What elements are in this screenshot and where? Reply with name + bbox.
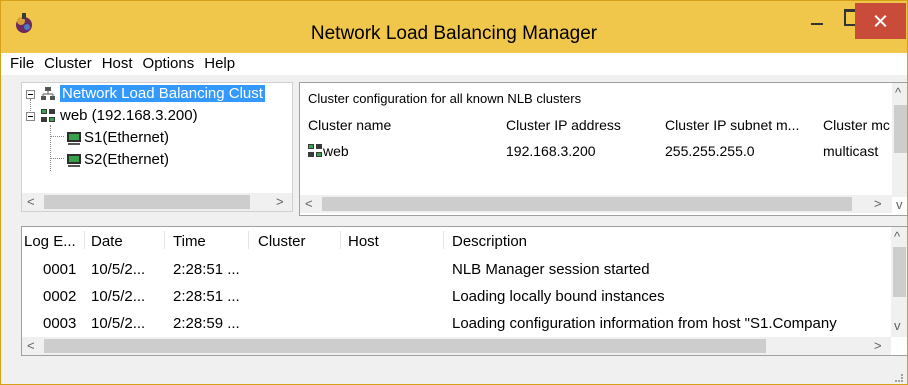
column-header-cluster-ip[interactable]: Cluster IP address xyxy=(506,117,621,133)
tree-root[interactable]: Network Load Balancing Clust xyxy=(60,83,265,105)
log-time-cell: 2:28:51 ... xyxy=(173,261,240,278)
scroll-right-icon[interactable]: > xyxy=(874,339,882,353)
scroll-right-icon[interactable]: > xyxy=(874,197,882,211)
tree-connector xyxy=(50,158,64,159)
menu-options[interactable]: Options xyxy=(138,53,200,75)
log-date-cell: 10/5/2... xyxy=(91,288,146,305)
network-icon xyxy=(41,87,55,100)
scroll-left-icon[interactable]: < xyxy=(27,339,35,353)
log-panel: Log E... Date Time Cluster Host Descript… xyxy=(21,226,907,356)
log-time-cell: 2:28:51 ... xyxy=(173,288,240,305)
status-bar xyxy=(1,361,907,384)
column-divider[interactable] xyxy=(248,231,249,249)
column-divider[interactable] xyxy=(443,231,444,249)
column-header-cluster-name[interactable]: Cluster name xyxy=(308,117,391,133)
log-header-date[interactable]: Date xyxy=(91,233,123,250)
resize-grip-icon[interactable] xyxy=(895,374,903,382)
scroll-down-icon[interactable]: v xyxy=(894,319,901,333)
title-bar[interactable]: Network Load Balancing Manager xyxy=(1,1,907,53)
log-date-cell: 10/5/2... xyxy=(91,315,146,332)
tree-cluster-web[interactable]: web (192.168.3.200) xyxy=(60,105,198,127)
tree-connector xyxy=(50,136,64,137)
tree-horizontal-scrollbar[interactable]: < > xyxy=(22,193,292,211)
column-divider[interactable] xyxy=(84,231,85,249)
log-description-cell: Loading locally bound instances xyxy=(452,288,665,305)
menu-file[interactable]: File xyxy=(5,53,39,75)
column-divider[interactable] xyxy=(164,231,165,249)
log-time-cell: 2:28:59 ... xyxy=(173,315,240,332)
scroll-left-icon[interactable]: < xyxy=(27,195,35,209)
tree-host-label: S1(Ethernet) xyxy=(84,129,170,146)
log-entry-cell: 0003 xyxy=(43,315,77,332)
cluster-vertical-scrollbar[interactable]: ^ xyxy=(892,83,907,197)
log-header-host[interactable]: Host xyxy=(348,233,379,250)
column-divider[interactable] xyxy=(340,231,341,249)
cluster-panel-caption: Cluster configuration for all known NLB … xyxy=(308,91,582,106)
host-icon xyxy=(67,132,81,145)
tree-root-label: Network Load Balancing Clust xyxy=(60,85,265,102)
log-header-entry[interactable]: Log E... xyxy=(24,233,76,250)
scroll-thumb[interactable] xyxy=(44,195,250,209)
scroll-left-icon[interactable]: < xyxy=(305,197,313,211)
tree-connector xyxy=(50,125,51,171)
scroll-right-icon[interactable]: > xyxy=(276,195,284,209)
scroll-thumb[interactable] xyxy=(322,197,852,211)
tree-host-s2[interactable]: S2(Ethernet) xyxy=(84,149,169,171)
host-icon xyxy=(67,154,81,167)
cluster-name-cell[interactable]: web xyxy=(323,143,349,159)
scroll-thumb[interactable] xyxy=(44,339,766,353)
cluster-mode-cell: multicast xyxy=(823,143,879,159)
app-window: Network Load Balancing Manager File Clus… xyxy=(0,0,908,385)
cluster-collapse-toggle[interactable] xyxy=(26,112,35,121)
tree-connector xyxy=(30,99,31,113)
scroll-up-icon[interactable]: ^ xyxy=(895,86,901,100)
log-vertical-scrollbar[interactable]: ^ v xyxy=(891,227,907,337)
menu-help[interactable]: Help xyxy=(199,53,240,75)
log-description-cell: Loading configuration information from h… xyxy=(452,315,837,332)
cluster-horizontal-scrollbar[interactable]: < > xyxy=(300,195,892,213)
cluster-ip-cell: 192.168.3.200 xyxy=(506,143,596,159)
root-collapse-toggle[interactable] xyxy=(26,90,35,99)
log-horizontal-scrollbar[interactable]: < > xyxy=(22,337,891,355)
column-header-cluster-mode[interactable]: Cluster mc xyxy=(823,117,890,133)
scroll-up-icon[interactable]: ^ xyxy=(894,230,900,244)
menu-host[interactable]: Host xyxy=(97,53,138,75)
scroll-thumb[interactable] xyxy=(893,247,906,297)
tree-host-label: S2(Ethernet) xyxy=(84,151,170,168)
scroll-down-icon[interactable]: v xyxy=(896,198,903,212)
log-header-time[interactable]: Time xyxy=(173,233,206,250)
cluster-icon xyxy=(308,144,322,157)
log-date-cell: 10/5/2... xyxy=(91,261,146,278)
minimize-button[interactable] xyxy=(800,3,834,40)
cluster-icon xyxy=(41,109,55,122)
close-button[interactable] xyxy=(855,3,906,39)
scroll-thumb[interactable] xyxy=(894,105,907,153)
tree-host-s1[interactable]: S1(Ethernet) xyxy=(84,127,169,149)
window-title: Network Load Balancing Manager xyxy=(310,23,598,44)
log-header-cluster[interactable]: Cluster xyxy=(258,233,306,250)
column-header-subnet-mask[interactable]: Cluster IP subnet m... xyxy=(665,117,799,133)
log-entry-cell: 0002 xyxy=(43,288,77,305)
menu-cluster[interactable]: Cluster xyxy=(39,53,97,75)
cluster-subnet-cell: 255.255.255.0 xyxy=(665,143,755,159)
log-description-cell: NLB Manager session started xyxy=(452,261,650,278)
menu-bar: File Cluster Host Options Help xyxy=(1,53,907,75)
log-header-description[interactable]: Description xyxy=(452,233,527,250)
cluster-tree[interactable]: Network Load Balancing Clust web (192.16… xyxy=(21,82,293,212)
tree-cluster-label: web (192.168.3.200) xyxy=(60,107,198,124)
cluster-config-panel: Cluster configuration for all known NLB … xyxy=(299,82,907,216)
log-entry-cell: 0001 xyxy=(43,261,77,278)
